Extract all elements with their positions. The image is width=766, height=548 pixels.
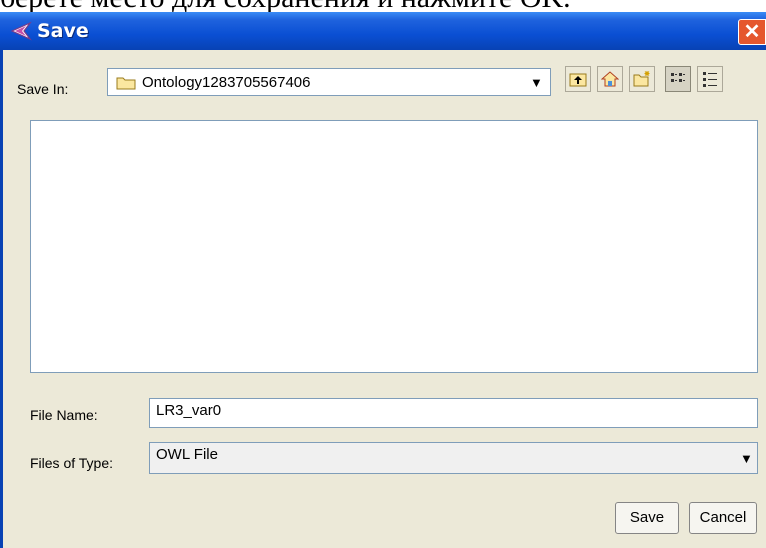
file-list[interactable] — [30, 120, 758, 373]
window-title: Save — [37, 20, 89, 42]
list-view-button[interactable] — [665, 66, 691, 92]
save-button[interactable]: Save — [615, 502, 679, 534]
save-in-value: Ontology1283705567406 — [142, 74, 311, 91]
protege-app-icon — [10, 21, 32, 41]
close-button[interactable]: ✕ — [738, 19, 766, 45]
close-icon: ✕ — [743, 21, 761, 43]
folder-icon — [116, 77, 136, 90]
up-folder-icon — [569, 73, 587, 87]
file-type-dropdown[interactable]: OWL File ▼ — [149, 442, 758, 474]
new-folder-icon — [633, 71, 650, 87]
save-in-label: Save In: — [17, 81, 69, 97]
chevron-down-icon: ▼ — [740, 451, 753, 466]
new-folder-button[interactable] — [629, 66, 655, 92]
cancel-button[interactable]: Cancel — [689, 502, 757, 534]
file-type-label: Files of Type: — [30, 455, 114, 471]
title-bar[interactable]: Save ✕ — [0, 12, 766, 50]
file-type-value: OWL File — [156, 446, 218, 463]
home-button[interactable] — [597, 66, 623, 92]
list-view-icon — [671, 73, 685, 82]
dialog-body: Save In: Ontology1283705567406 ▼ File Na… — [0, 50, 766, 548]
details-view-button[interactable] — [697, 66, 723, 92]
details-view-icon — [703, 72, 717, 87]
home-icon — [601, 71, 619, 87]
file-name-label: File Name: — [30, 407, 98, 423]
file-name-input[interactable]: LR3_var0 — [149, 398, 758, 428]
up-folder-button[interactable] — [565, 66, 591, 92]
save-in-dropdown[interactable]: Ontology1283705567406 ▼ — [107, 68, 551, 96]
chevron-down-icon: ▼ — [530, 75, 543, 90]
